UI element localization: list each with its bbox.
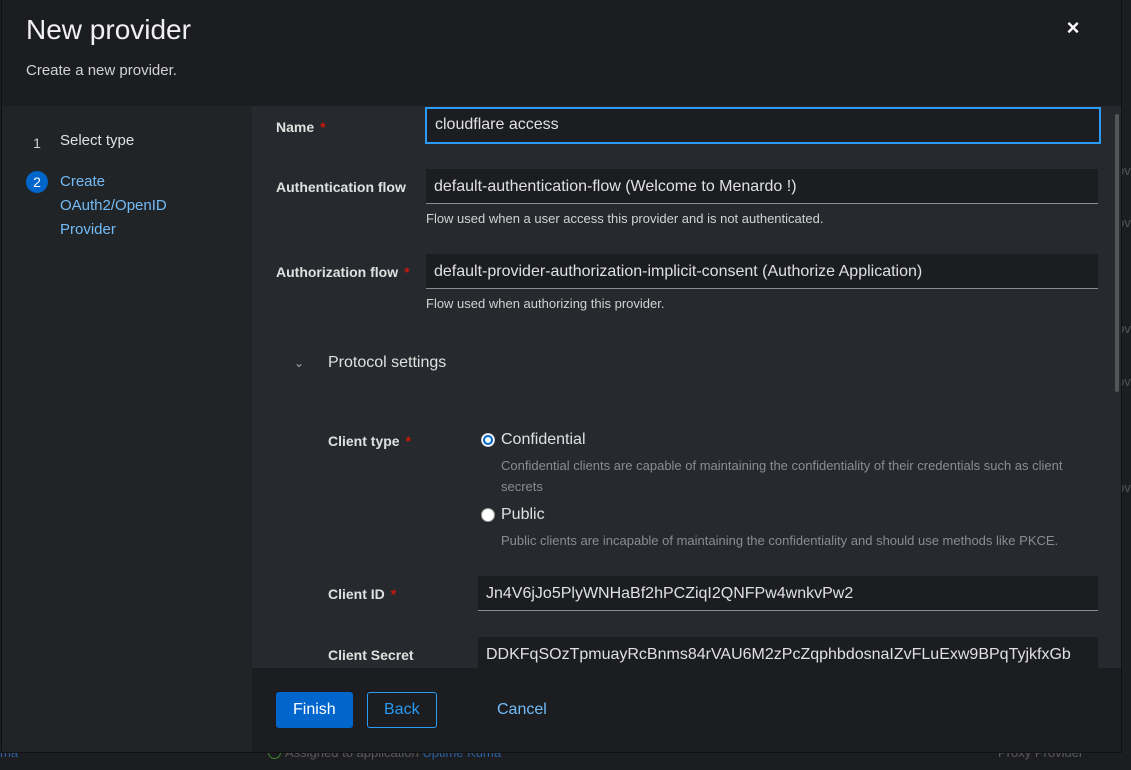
modal-title: New provider [26, 14, 191, 45]
name-label: Name * [276, 119, 326, 135]
wizard-nav: 1 Select type 2 Create OAuth2/OpenID Pro… [2, 106, 252, 752]
scrollbar[interactable] [1115, 114, 1119, 392]
confidential-radio[interactable] [481, 433, 495, 447]
public-description: Public clients are incapable of maintain… [501, 533, 1059, 548]
client-type-label: Client type * [328, 433, 412, 449]
modal-header: New provider Create a new provider. × [2, 0, 1121, 106]
modal-subtitle: Create a new provider. [26, 62, 177, 79]
public-radio-label[interactable]: Public [501, 506, 545, 524]
confidential-radio-label[interactable]: Confidential [501, 431, 586, 449]
client-id-label: Client ID * [328, 586, 397, 602]
client-id-input[interactable]: Jn4V6jJo5PlyWNHaBf2hPCZiqI2QNFPw4wnkvPw2 [478, 576, 1098, 611]
authorization-flow-select[interactable]: default-provider-authorization-implicit-… [426, 254, 1098, 289]
chevron-down-icon: ⌄ [294, 356, 305, 370]
step-label: Select type [60, 132, 135, 149]
finish-button[interactable]: Finish [276, 692, 353, 728]
authorization-flow-helper: Flow used when authorizing this provider… [426, 296, 665, 311]
authentication-flow-select[interactable]: default-authentication-flow (Welcome to … [426, 169, 1098, 204]
wizard-body: Name * cloudflare access Authentication f… [252, 106, 1121, 668]
protocol-settings-title: Protocol settings [328, 354, 447, 371]
client-secret-input[interactable]: DDKFqSOzTpmuayRcBnms84rVAU6M2zPcZqphbdos… [478, 637, 1098, 668]
wizard-step-create-provider[interactable]: 2 Create OAuth2/OpenID Provider [26, 170, 210, 242]
public-radio[interactable] [481, 508, 495, 522]
authentication-flow-helper: Flow used when a user access this provid… [426, 211, 824, 226]
authorization-flow-label: Authorization flow * [276, 264, 410, 280]
new-provider-modal: New provider Create a new provider. × 1 … [2, 0, 1121, 752]
confidential-description: Confidential clients are capable of main… [501, 458, 1063, 494]
name-input[interactable]: cloudflare access [425, 107, 1101, 144]
wizard-step-select-type[interactable]: 1 Select type [26, 132, 134, 154]
back-button[interactable]: Back [367, 692, 437, 728]
step-label: Create OAuth2/OpenID Provider [60, 173, 167, 238]
step-number: 1 [33, 135, 41, 151]
close-icon[interactable]: × [1061, 16, 1085, 40]
client-secret-label: Client Secret [328, 647, 414, 663]
step-number: 2 [26, 171, 48, 193]
wizard-footer: Finish Back Cancel [252, 668, 1121, 752]
cancel-button[interactable]: Cancel [481, 692, 563, 728]
protocol-settings-toggle[interactable]: ⌄ Protocol settings [276, 354, 446, 372]
authentication-flow-label: Authentication flow [276, 179, 406, 195]
